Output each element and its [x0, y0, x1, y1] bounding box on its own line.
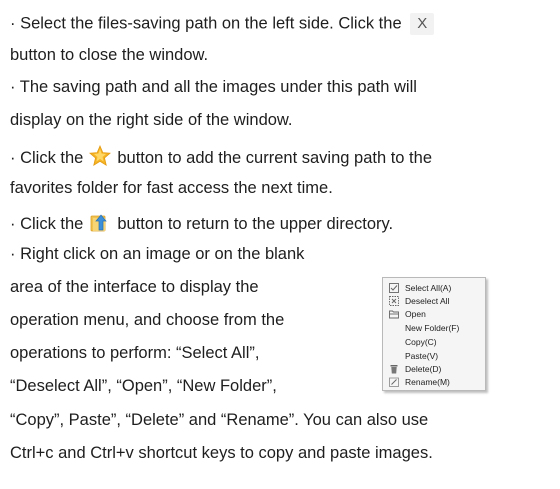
instruction-text: · Click the	[10, 214, 84, 233]
menu-item-label: Paste(V)	[405, 351, 439, 361]
trash-icon	[389, 364, 399, 374]
rename-icon	[389, 377, 399, 387]
menu-item-delete[interactable]: Delete(D)	[383, 363, 485, 376]
instruction-line-10: operation menu, and choose from the	[10, 311, 285, 329]
deselect-all-icon	[389, 296, 399, 306]
instruction-line-11: operations to perform: “Select All”,	[10, 344, 260, 362]
menu-item-paste[interactable]: Paste(V)	[383, 350, 485, 363]
up-directory-icon	[89, 211, 111, 238]
instruction-line-13: “Copy”, Paste”, “Delete” and “Rename”. Y…	[10, 411, 429, 429]
instruction-line-5: · Click the button to add the current sav…	[10, 144, 432, 172]
instruction-text: button to return to the upper directory.	[117, 214, 394, 233]
menu-item-copy[interactable]: Copy(C)	[383, 336, 485, 349]
menu-item-select-all[interactable]: Select All(A)	[383, 282, 485, 295]
menu-item-label: Select All(A)	[405, 283, 452, 293]
instruction-line-7: · Click the button to return to the upper…	[10, 211, 393, 238]
instruction-line-6: favorites folder for fast access the nex…	[10, 179, 333, 197]
instruction-line-12: “Deselect All”, “Open”, “New Folder”,	[10, 377, 277, 395]
select-all-icon	[389, 283, 399, 293]
menu-item-deselect-all[interactable]: Deselect All	[383, 295, 485, 308]
instruction-text: · Click the	[10, 148, 84, 167]
menu-item-new-folder[interactable]: New Folder(F)	[383, 322, 485, 335]
instruction-line-4: display on the right side of the window.	[10, 111, 293, 129]
close-icon: X	[410, 13, 435, 35]
favorite-star-icon	[89, 144, 112, 172]
menu-item-label: Rename(M)	[405, 377, 450, 387]
open-folder-icon	[389, 309, 399, 319]
instruction-line-2: button to close the window.	[10, 46, 209, 64]
menu-item-label: Delete(D)	[405, 364, 442, 374]
instruction-text: · Select the files-saving path on the le…	[10, 14, 402, 33]
menu-item-rename[interactable]: Rename(M)	[383, 376, 485, 389]
menu-item-label: Copy(C)	[405, 337, 437, 347]
menu-item-label: Open	[405, 309, 426, 319]
context-menu: Select All(A) Deselect All Open New Fold…	[382, 277, 486, 391]
instruction-text: button to add the current saving path to…	[117, 148, 432, 167]
instruction-line-14: Ctrl+c and Ctrl+v shortcut keys to copy …	[10, 444, 433, 462]
instruction-line-8: · Right click on an image or on the blan…	[10, 245, 305, 263]
instruction-line-3: · The saving path and all the images und…	[10, 78, 417, 96]
instruction-line-9: area of the interface to display the	[10, 278, 259, 296]
menu-item-open[interactable]: Open	[383, 308, 485, 321]
menu-item-label: New Folder(F)	[405, 323, 460, 333]
menu-item-label: Deselect All	[405, 296, 450, 306]
instruction-line-1: · Select the files-saving path on the le…	[10, 13, 438, 35]
